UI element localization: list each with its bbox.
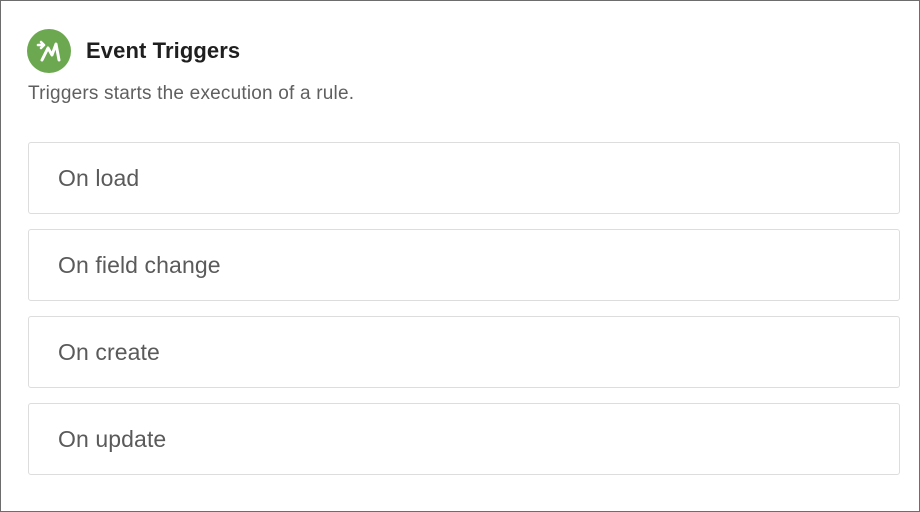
mendix-logo-icon [27,29,71,73]
trigger-list: On load On field change On create On upd… [28,142,900,490]
event-triggers-panel: Event Triggers Triggers starts the execu… [0,0,920,512]
trigger-on-update[interactable]: On update [28,403,900,475]
trigger-on-field-change[interactable]: On field change [28,229,900,301]
trigger-label: On load [58,164,140,191]
trigger-label: On create [58,338,160,365]
trigger-label: On update [58,425,167,452]
panel-header: Event Triggers [27,28,240,74]
page-subtitle: Triggers starts the execution of a rule. [28,83,355,104]
trigger-on-load[interactable]: On load [28,142,900,214]
trigger-label: On field change [58,251,221,278]
trigger-on-create[interactable]: On create [28,316,900,388]
page-title: Event Triggers [86,38,241,63]
